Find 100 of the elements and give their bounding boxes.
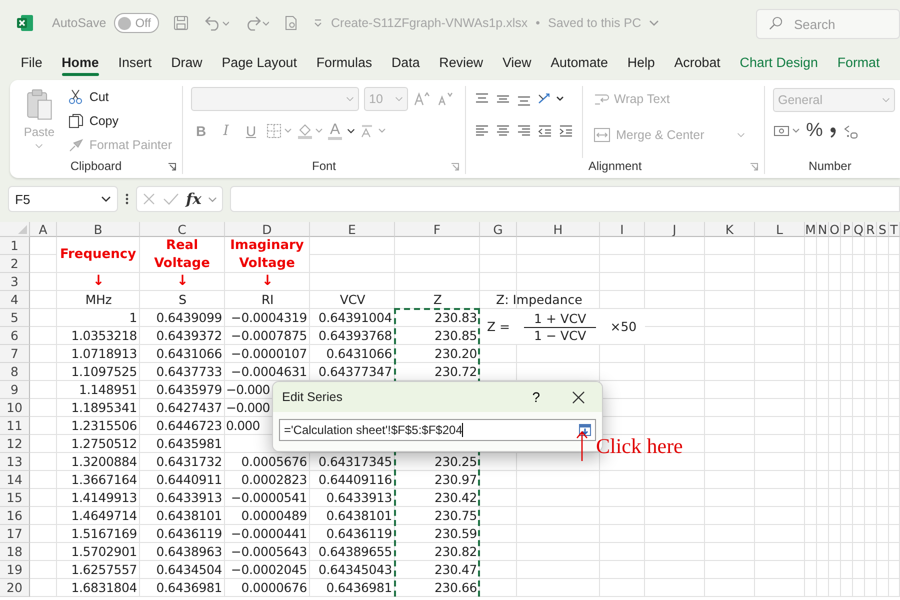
ribbon-tab[interactable]: Insert [108, 49, 162, 77]
row-header[interactable]: 8 [0, 363, 30, 381]
column-header[interactable]: C [140, 222, 225, 237]
column-header[interactable]: G [480, 222, 517, 237]
ribbon-tab[interactable]: Page Layout [212, 49, 307, 77]
column-header[interactable]: E [310, 222, 395, 237]
column-header[interactable]: F [395, 222, 480, 237]
series-values-field[interactable]: ='Calculation sheet'!$F$5:$F$204 [279, 419, 596, 441]
ribbon-tab[interactable]: Chart Design [730, 49, 828, 77]
table-cell-text: 1.6831804 [70, 579, 138, 597]
ribbon-tab[interactable]: Data [382, 49, 430, 77]
ribbon-tab[interactable]: Acrobat [664, 49, 730, 77]
table-cell: −0.000 [225, 399, 270, 417]
close-icon[interactable] [572, 390, 585, 404]
table-cell-text: 0.6434504 [155, 561, 223, 579]
clipboard-button[interactable]: Copy [66, 110, 174, 132]
percent-button[interactable]: % [806, 120, 823, 142]
table-cell-text: 0.64389655 [317, 543, 393, 561]
ribbon-tab[interactable]: Formulas [306, 49, 382, 77]
phonetic-guide-icon[interactable] [360, 123, 386, 139]
ribbon-tab[interactable]: Automate [540, 49, 618, 77]
row-header[interactable]: 16 [0, 507, 30, 525]
name-box[interactable]: F5 [8, 186, 118, 212]
row-header[interactable]: 4 [0, 291, 30, 309]
column-header[interactable]: M [805, 222, 817, 237]
row-header[interactable]: 17 [0, 525, 30, 543]
row-header[interactable]: 14 [0, 471, 30, 489]
column-header[interactable]: Q [853, 222, 865, 237]
insert-function-button[interactable]: fx [186, 190, 202, 208]
ribbon-tab[interactable]: Format [828, 49, 890, 77]
ribbon-tab[interactable]: Home [52, 49, 109, 77]
column-header[interactable]: I [600, 222, 645, 237]
column-header[interactable]: P [841, 222, 853, 237]
row-header[interactable]: 18 [0, 543, 30, 561]
more-icon[interactable] [125, 192, 129, 206]
table-cell-text: 230.66 [433, 579, 478, 597]
clipboard-button[interactable]: Cut [66, 86, 174, 108]
save-icon[interactable] [173, 15, 190, 31]
enter-icon[interactable] [163, 192, 179, 206]
table-cell-text: 230.97 [433, 471, 478, 489]
decimal-icon[interactable] [842, 123, 859, 139]
dialog-launcher-icon[interactable] [168, 163, 176, 171]
table-cell-text: −0.0000441 [230, 525, 308, 543]
row-header[interactable]: 19 [0, 561, 30, 579]
row-header[interactable]: 15 [0, 489, 30, 507]
row-header[interactable]: 7 [0, 345, 30, 363]
search-icon [768, 16, 783, 31]
undo-icon[interactable] [203, 15, 230, 31]
clipboard-icon [24, 88, 54, 122]
ribbon-tab[interactable]: Help [618, 49, 665, 77]
table-cell-text: 0.6436119 [155, 525, 223, 543]
ribbon-tab[interactable]: File [11, 49, 52, 77]
fill-color-icon[interactable] [297, 123, 323, 139]
row-header[interactable]: 1 [0, 237, 30, 255]
customize-icon[interactable] [313, 18, 324, 28]
ribbon-tab[interactable]: Draw [161, 49, 212, 77]
row-header[interactable]: 11 [0, 417, 30, 435]
row-header[interactable]: 12 [0, 435, 30, 453]
table-cell-text: 230.25 [433, 453, 478, 471]
column-header[interactable]: R [865, 222, 877, 237]
caret-icon[interactable] [347, 127, 356, 135]
column-header[interactable]: B [57, 222, 140, 237]
decrease-indent-icon[interactable] [537, 123, 553, 139]
print-preview-icon[interactable] [283, 15, 300, 31]
shrink-font-icon[interactable] [436, 91, 454, 107]
ribbon-tab[interactable]: Review [429, 49, 493, 77]
row-header[interactable]: 6 [0, 327, 30, 345]
row-header[interactable]: 9 [0, 381, 30, 399]
column-header[interactable]: H [517, 222, 600, 237]
borders-icon[interactable] [266, 123, 292, 139]
increase-indent-icon[interactable] [558, 123, 574, 139]
brush-icon [68, 137, 84, 153]
cancel-icon[interactable] [142, 192, 156, 206]
table-cell-text: 1.5167169 [70, 525, 138, 543]
currency-icon[interactable] [773, 123, 801, 139]
collapse-dialog-icon[interactable] [578, 423, 592, 437]
table-cell-text: 0.6435979 [155, 381, 223, 399]
column-header[interactable]: L [755, 222, 805, 237]
column-header[interactable]: T [889, 222, 900, 237]
row-header[interactable]: 5 [0, 309, 30, 327]
select-all-icon[interactable] [18, 225, 27, 234]
row-header[interactable]: 13 [0, 453, 30, 471]
search-field[interactable]: Search [756, 9, 900, 39]
row-header[interactable]: 2 [0, 255, 30, 273]
grow-font-icon[interactable] [413, 91, 431, 107]
help-button[interactable]: ? [532, 389, 540, 405]
column-header[interactable]: D [225, 222, 310, 237]
column-header[interactable]: K [705, 222, 755, 237]
column-header[interactable]: O [829, 222, 841, 237]
formula-input[interactable] [230, 186, 900, 212]
table-cell-text: 0.6438101 [325, 507, 393, 525]
row-header[interactable]: 20 [0, 579, 30, 597]
column-header[interactable]: S [877, 222, 889, 237]
down-arrow: ↓ [92, 273, 104, 291]
table-cell-text: 1.5702901 [70, 543, 138, 561]
column-header[interactable]: N [817, 222, 829, 237]
row-header[interactable]: 10 [0, 399, 30, 417]
column-header[interactable]: A [30, 222, 57, 237]
ribbon-tab[interactable]: View [492, 49, 541, 77]
row-header[interactable]: 3 [0, 273, 30, 291]
